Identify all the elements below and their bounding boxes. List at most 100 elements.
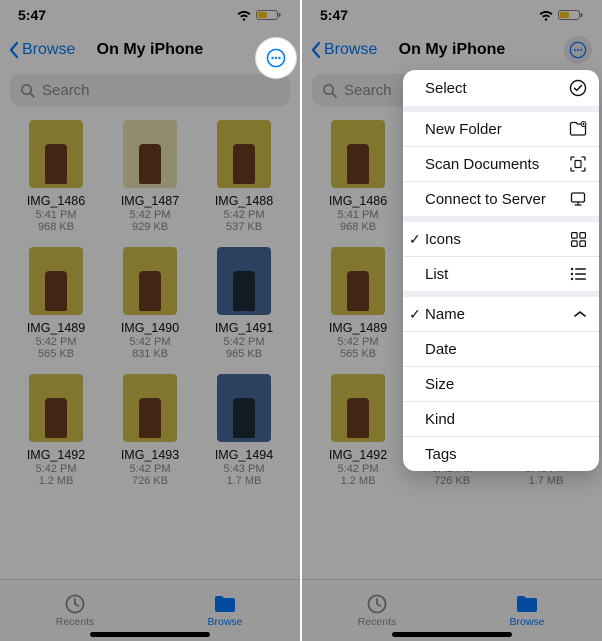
context-menu: Select New Folder Scan Documents Connect…: [403, 70, 599, 471]
file-item[interactable]: IMG_14865:41 PM968 KB: [314, 120, 402, 233]
menu-view-list[interactable]: List: [403, 257, 599, 291]
status-right: [538, 9, 584, 21]
menu-sort-name-label: Name: [425, 306, 465, 323]
file-time: 5:42 PM: [36, 463, 77, 475]
file-time: 5:42 PM: [36, 336, 77, 348]
tab-browse-label: Browse: [207, 616, 242, 628]
menu-select[interactable]: Select: [403, 70, 599, 106]
file-size: 1.2 MB: [341, 475, 376, 487]
file-time: 5:42 PM: [338, 463, 379, 475]
menu-connect-label: Connect to Server: [425, 191, 546, 208]
menu-new-folder-label: New Folder: [425, 121, 502, 138]
file-size: 831 KB: [132, 348, 168, 360]
file-thumbnail: [123, 374, 177, 442]
file-time: 5:42 PM: [224, 336, 265, 348]
menu-sort-tags[interactable]: Tags: [403, 437, 599, 471]
file-item[interactable]: IMG_14895:42 PM565 KB: [12, 247, 100, 360]
file-item[interactable]: IMG_14865:41 PM968 KB: [12, 120, 100, 233]
file-name: IMG_1488: [215, 194, 273, 208]
file-thumbnail: [217, 247, 271, 315]
file-name: IMG_1489: [329, 321, 387, 335]
file-item[interactable]: IMG_14875:42 PM929 KB: [106, 120, 194, 233]
file-time: 5:42 PM: [224, 209, 265, 221]
file-size: 1.2 MB: [39, 475, 74, 487]
file-name: IMG_1494: [215, 448, 273, 462]
search-placeholder: Search: [42, 82, 90, 99]
home-indicator[interactable]: [392, 632, 512, 637]
file-item[interactable]: IMG_14915:42 PM965 KB: [200, 247, 288, 360]
menu-scan-label: Scan Documents: [425, 156, 539, 173]
statusbar: 5:47: [302, 0, 602, 30]
grid-icon: [570, 231, 587, 248]
server-icon: [569, 190, 587, 208]
file-size: 537 KB: [226, 221, 262, 233]
chevron-up-icon: [573, 309, 587, 319]
file-size: 726 KB: [434, 475, 470, 487]
file-thumbnail: [123, 120, 177, 188]
menu-sort-name[interactable]: ✓ Name: [403, 297, 599, 331]
recents-icon: [366, 593, 388, 615]
file-item[interactable]: IMG_14885:42 PM537 KB: [200, 120, 288, 233]
file-item[interactable]: IMG_14945:43 PM1.7 MB: [200, 374, 288, 487]
file-item[interactable]: IMG_14925:42 PM1.2 MB: [314, 374, 402, 487]
menu-sort-tags-label: Tags: [425, 446, 457, 463]
browse-icon: [515, 593, 539, 615]
file-item[interactable]: IMG_14895:42 PM565 KB: [314, 247, 402, 360]
file-size: 968 KB: [340, 221, 376, 233]
file-time: 5:42 PM: [338, 336, 379, 348]
folder-plus-icon: [569, 121, 587, 137]
menu-sort-date[interactable]: Date: [403, 332, 599, 366]
menu-view-icons[interactable]: ✓ Icons: [403, 222, 599, 256]
file-name: IMG_1489: [27, 321, 85, 335]
menu-sort-kind[interactable]: Kind: [403, 402, 599, 436]
file-thumbnail: [331, 120, 385, 188]
file-size: 565 KB: [38, 348, 74, 360]
menu-scan-documents[interactable]: Scan Documents: [403, 147, 599, 181]
more-button[interactable]: [256, 38, 296, 78]
file-thumbnail: [123, 247, 177, 315]
file-item[interactable]: IMG_14925:42 PM1.2 MB: [12, 374, 100, 487]
file-time: 5:41 PM: [36, 209, 77, 221]
file-thumbnail: [331, 247, 385, 315]
menu-connect-server[interactable]: Connect to Server: [403, 182, 599, 216]
phone-left: 5:47 Browse On My iPhone Search IMG_1486…: [0, 0, 300, 641]
tab-recents-label: Recents: [56, 616, 95, 628]
status-right: [236, 9, 282, 21]
file-item[interactable]: IMG_14935:42 PM726 KB: [106, 374, 194, 487]
statusbar: 5:47: [0, 0, 300, 30]
home-indicator[interactable]: [90, 632, 210, 637]
file-time: 5:41 PM: [338, 209, 379, 221]
file-name: IMG_1490: [121, 321, 179, 335]
file-thumbnail: [29, 247, 83, 315]
tab-recents-label: Recents: [358, 616, 397, 628]
checkmark-circle-icon: [569, 79, 587, 97]
file-thumbnail: [331, 374, 385, 442]
navbar: Browse On My iPhone: [302, 30, 602, 70]
file-grid-left: IMG_14865:41 PM968 KBIMG_14875:42 PM929 …: [0, 112, 300, 487]
more-button[interactable]: [564, 36, 592, 64]
file-size: 968 KB: [38, 221, 74, 233]
file-name: IMG_1486: [27, 194, 85, 208]
file-name: IMG_1492: [329, 448, 387, 462]
file-thumbnail: [217, 120, 271, 188]
battery-icon: [558, 9, 584, 21]
file-name: IMG_1486: [329, 194, 387, 208]
file-time: 5:42 PM: [130, 336, 171, 348]
menu-list-label: List: [425, 266, 448, 283]
status-time: 5:47: [320, 7, 348, 23]
menu-sort-size[interactable]: Size: [403, 367, 599, 401]
menu-new-folder[interactable]: New Folder: [403, 112, 599, 146]
search-input[interactable]: Search: [10, 74, 290, 106]
file-time: 5:42 PM: [130, 209, 171, 221]
file-size: 1.7 MB: [529, 475, 564, 487]
menu-sort-date-label: Date: [425, 341, 457, 358]
menu-sort-size-label: Size: [425, 376, 454, 393]
file-item[interactable]: IMG_14905:42 PM831 KB: [106, 247, 194, 360]
scan-icon: [569, 155, 587, 173]
navbar: Browse On My iPhone: [0, 30, 300, 70]
list-icon: [570, 267, 587, 281]
file-thumbnail: [29, 374, 83, 442]
page-title: On My iPhone: [302, 41, 602, 59]
browse-icon: [213, 593, 237, 615]
search-placeholder: Search: [344, 82, 392, 99]
